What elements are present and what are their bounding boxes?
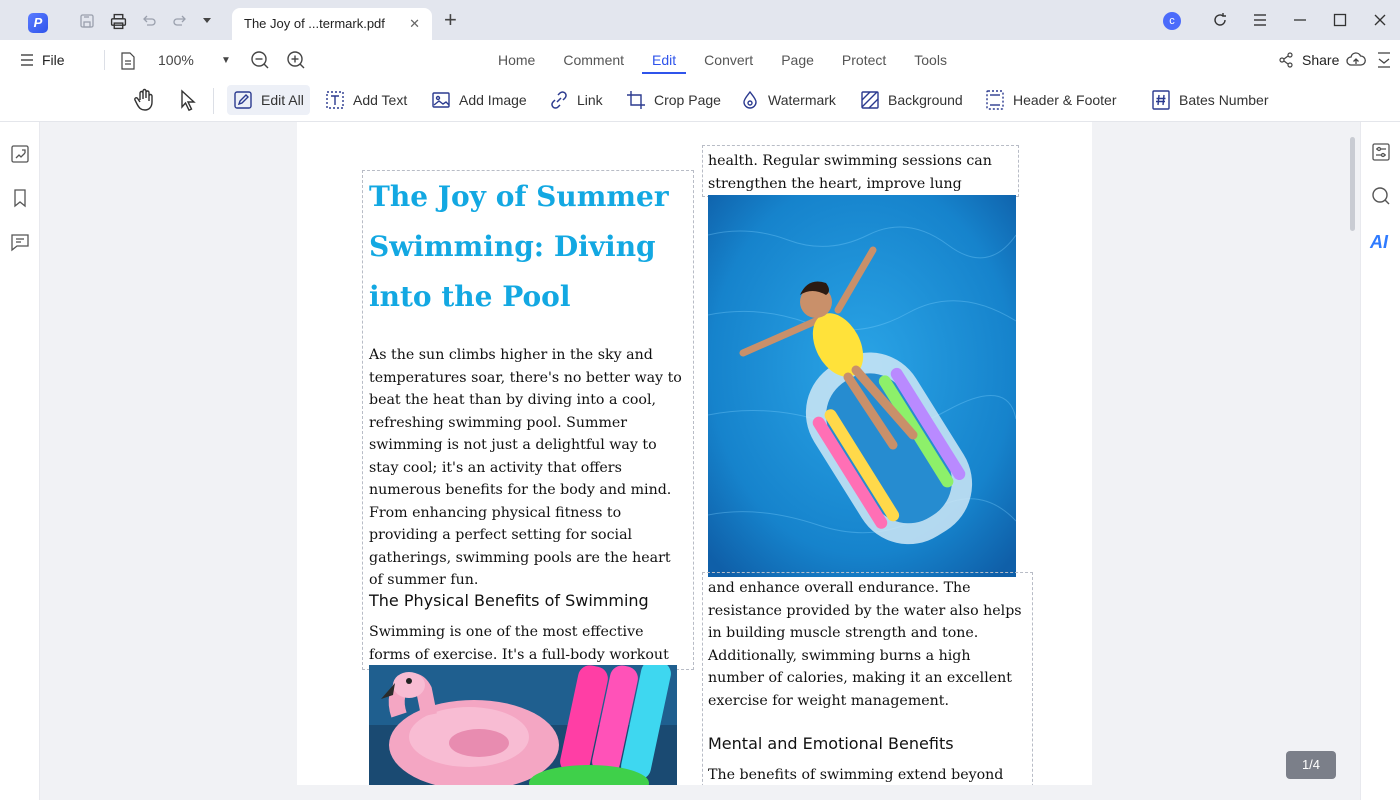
properties-icon[interactable] (1371, 142, 1391, 162)
left-sidebar (0, 122, 40, 800)
app-logo: P (28, 13, 48, 33)
select-cursor-icon[interactable] (177, 88, 199, 112)
hamburger-icon (21, 54, 33, 66)
title-bar: P The Joy of ...termark.pdf ✕ + c (0, 0, 1400, 40)
page-indicator[interactable]: 1/4 (1286, 751, 1336, 779)
main-tabs: Home Comment Edit Convert Page Protect T… (488, 40, 965, 80)
share-label: Share (1302, 52, 1340, 68)
new-tab-icon[interactable]: + (444, 9, 457, 31)
close-tab-icon[interactable]: ✕ (409, 16, 420, 32)
save-icon[interactable] (78, 12, 96, 30)
zoom-in-icon[interactable] (286, 50, 306, 70)
section-paragraph-mental[interactable]: The benefits of swimming extend beyond t… (708, 764, 1026, 785)
zoom-level[interactable]: 100% (158, 52, 194, 68)
section-heading-physical[interactable]: The Physical Benefits of Swimming (369, 591, 687, 610)
hand-tool-icon[interactable] (133, 88, 155, 112)
cloud-upload-icon[interactable] (1346, 51, 1366, 69)
crop-page-label: Crop Page (654, 92, 721, 108)
file-menu[interactable]: File (20, 52, 65, 68)
background-button[interactable]: Background (854, 85, 969, 115)
right-sidebar: AI (1360, 122, 1400, 800)
zoom-out-icon[interactable] (250, 50, 270, 70)
bates-number-button[interactable]: Bates Number (1145, 85, 1274, 115)
page-fit-icon[interactable] (120, 52, 136, 70)
watermark-icon (743, 90, 757, 109)
add-image-button[interactable]: Add Image (425, 85, 533, 115)
comments-icon[interactable] (10, 232, 30, 252)
intro-paragraph[interactable]: As the sun climbs higher in the sky and … (369, 344, 687, 592)
undo-icon[interactable] (140, 12, 158, 30)
tab-page[interactable]: Page (771, 40, 824, 80)
quick-access-dropdown-icon[interactable] (200, 12, 214, 30)
minimize-icon[interactable] (1290, 10, 1310, 30)
pdf-page: The Joy of Summer Swimming: Diving into … (297, 122, 1092, 785)
close-window-icon[interactable] (1370, 10, 1390, 30)
column-2-main-paragraph[interactable]: and enhance overall endurance. The resis… (708, 577, 1026, 712)
print-icon[interactable] (109, 12, 127, 30)
link-icon (551, 91, 567, 109)
background-label: Background (888, 92, 963, 108)
document-tab[interactable]: The Joy of ...termark.pdf ✕ (232, 8, 432, 40)
menu-icon[interactable] (1250, 10, 1270, 30)
edit-toolbar: Edit All Add Text Add Image Link Crop Pa… (0, 80, 1400, 122)
tab-comment[interactable]: Comment (553, 40, 634, 80)
redo-icon[interactable] (171, 12, 189, 30)
add-text-icon (326, 91, 344, 109)
add-text-button[interactable]: Add Text (319, 85, 413, 115)
divider (104, 50, 105, 70)
ai-assistant-icon[interactable]: AI (1370, 232, 1388, 253)
share-icon (1279, 52, 1293, 68)
thumbnails-icon[interactable] (10, 144, 30, 164)
header-footer-icon (986, 90, 1004, 110)
tab-home[interactable]: Home (488, 40, 545, 80)
avatar[interactable]: c (1163, 12, 1181, 30)
pool-swimmer-image[interactable] (708, 195, 1016, 577)
share-button[interactable]: Share (1278, 52, 1339, 68)
tab-edit[interactable]: Edit (642, 40, 687, 80)
link-button[interactable]: Link (543, 85, 609, 115)
header-footer-button[interactable]: Header & Footer (979, 85, 1123, 115)
crop-page-button[interactable]: Crop Page (620, 85, 727, 115)
menu-bar: File 100% ▼ Home Comment Edit Convert Pa… (0, 40, 1400, 80)
watermark-label: Watermark (768, 92, 836, 108)
add-image-label: Add Image (459, 92, 527, 108)
bates-number-label: Bates Number (1179, 92, 1269, 108)
add-text-label: Add Text (353, 92, 408, 108)
tab-tools[interactable]: Tools (904, 40, 957, 80)
divider (213, 88, 214, 114)
maximize-icon[interactable] (1330, 10, 1350, 30)
add-image-icon (432, 92, 450, 108)
crop-icon (627, 91, 645, 109)
link-label: Link (577, 92, 603, 108)
sync-icon[interactable] (1210, 10, 1230, 30)
search-icon[interactable] (1371, 186, 1391, 206)
zoom-dropdown-icon[interactable]: ▼ (221, 55, 231, 66)
tab-protect[interactable]: Protect (832, 40, 896, 80)
vertical-scrollbar[interactable] (1350, 137, 1355, 231)
header-footer-label: Header & Footer (1013, 92, 1117, 108)
section-heading-mental[interactable]: Mental and Emotional Benefits (708, 734, 1026, 753)
document-title[interactable]: The Joy of Summer Swimming: Diving into … (369, 172, 689, 322)
background-icon (861, 91, 879, 109)
tab-convert[interactable]: Convert (694, 40, 763, 80)
edit-all-button[interactable]: Edit All (227, 85, 310, 115)
collapse-ribbon-icon[interactable] (1376, 51, 1392, 69)
bookmark-icon[interactable] (10, 188, 30, 208)
watermark-button[interactable]: Watermark (734, 85, 842, 115)
edit-all-icon (234, 91, 252, 109)
document-tab-label: The Joy of ...termark.pdf (244, 16, 385, 31)
flamingo-float-image[interactable] (369, 665, 677, 785)
file-menu-label: File (42, 52, 65, 68)
edit-all-label: Edit All (261, 92, 304, 108)
bates-number-icon (1152, 90, 1170, 110)
